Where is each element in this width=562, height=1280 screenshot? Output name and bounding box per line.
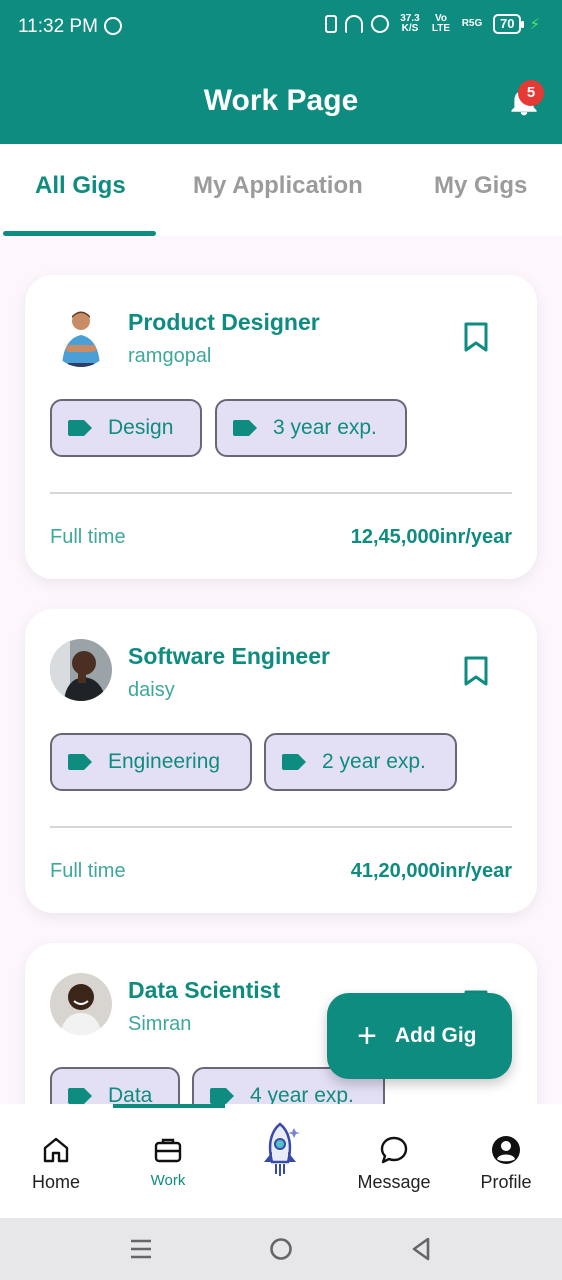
charging-icon: ⚡ (529, 16, 540, 33)
bottom-navigation: Home Work Message Profile (0, 1104, 562, 1218)
job-salary: 41,20,000inr/year (350, 860, 512, 882)
label-tag-icon (68, 1088, 92, 1104)
job-company: ramgopal (128, 345, 212, 367)
network-speed: 37.3 K/S (400, 13, 420, 34)
home-icon (43, 1137, 69, 1163)
whatsapp-icon (104, 17, 122, 35)
tab-bar: All Gigs My Application My Gigs (0, 144, 562, 236)
job-title: Product Designer (128, 309, 320, 335)
network-type: R5G (461, 18, 483, 29)
avatar (50, 639, 112, 701)
headphones-icon (344, 15, 363, 33)
job-company: daisy (128, 679, 175, 701)
nav-item-work[interactable]: Work (112, 1134, 224, 1189)
add-gig-button[interactable]: + Add Gig (327, 993, 512, 1079)
tag-chip: Design (50, 399, 202, 457)
plus-icon: + (357, 1017, 377, 1055)
nav-item-message[interactable]: Message (338, 1134, 450, 1193)
vibrate-icon (324, 15, 337, 33)
nav-label: Work (150, 1172, 186, 1189)
recent-apps-icon[interactable] (128, 1236, 154, 1262)
tab-my-gigs[interactable]: My Gigs (434, 172, 527, 200)
back-icon[interactable] (408, 1236, 434, 1262)
bookmark-icon[interactable] (463, 656, 489, 686)
nav-label: Profile (480, 1172, 532, 1192)
label-tag-icon (282, 754, 306, 770)
profile-icon (492, 1136, 520, 1164)
bookmark-icon[interactable] (463, 322, 489, 352)
label-tag-icon (68, 420, 92, 436)
system-navigation-bar (0, 1218, 562, 1280)
tag-label: Design (108, 416, 174, 439)
job-type: Full time (50, 860, 126, 882)
label-tag-icon (68, 754, 92, 770)
avatar (50, 973, 112, 1035)
status-bar: 11:32 PM 37.3 K/S Vo LTE R5G 70 ⚡ (0, 0, 562, 58)
home-button-icon[interactable] (268, 1236, 294, 1262)
gig-card[interactable]: Product Designer ramgopal Design 3 year … (25, 275, 537, 579)
battery-indicator: 70 (492, 14, 525, 34)
nav-active-indicator (113, 1104, 225, 1108)
nav-item-profile[interactable]: Profile (450, 1134, 562, 1193)
tag-chip: 2 year exp. (264, 733, 457, 791)
gig-card[interactable]: Software Engineer daisy Engineering 2 ye… (25, 609, 537, 913)
add-gig-label: Add Gig (394, 1024, 477, 1047)
label-tag-icon (210, 1088, 234, 1104)
tag-label: Engineering (108, 750, 221, 773)
divider (50, 492, 512, 494)
tag-label: 3 year exp. (273, 416, 377, 439)
tab-indicator (3, 231, 156, 236)
rocket-icon[interactable] (258, 1122, 302, 1178)
nav-item-home[interactable]: Home (0, 1134, 112, 1193)
job-type: Full time (50, 526, 126, 548)
tab-my-application[interactable]: My Application (193, 172, 363, 200)
briefcase-icon (154, 1138, 182, 1163)
tag-label: 2 year exp. (322, 750, 426, 773)
divider (50, 826, 512, 828)
chat-bubble-icon (380, 1136, 408, 1164)
tag-chip: 3 year exp. (215, 399, 407, 457)
nav-label: Home (31, 1172, 80, 1192)
status-icons: 37.3 K/S Vo LTE R5G 70 ⚡ (324, 13, 540, 34)
tag-chip: Engineering (50, 733, 252, 791)
job-salary: 12,45,000inr/year (350, 526, 512, 548)
tab-all-gigs[interactable]: All Gigs (35, 172, 126, 200)
job-title: Data Scientist (128, 977, 281, 1003)
job-title: Software Engineer (128, 643, 330, 669)
avatar (50, 305, 112, 367)
nav-label: Message (357, 1172, 431, 1192)
status-time: 11:32 PM (18, 16, 98, 37)
label-tag-icon (233, 420, 257, 436)
notification-badge: 5 (518, 80, 544, 106)
app-bar: Work Page 5 (0, 58, 562, 144)
job-company: Simran (128, 1013, 192, 1035)
hotspot-icon (370, 15, 389, 33)
page-title: Work Page (203, 84, 359, 117)
volte-indicator: Vo LTE (431, 13, 451, 34)
